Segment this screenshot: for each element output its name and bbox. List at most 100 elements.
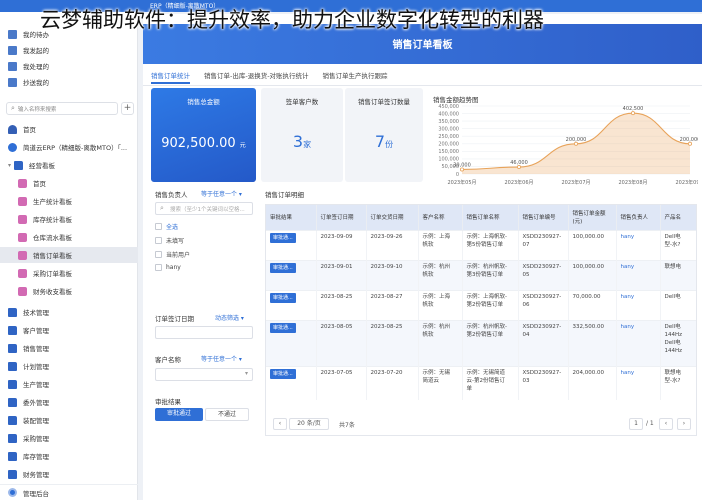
option-unfilled[interactable]: 未填写 [155, 236, 184, 245]
table-row[interactable]: 审批通... 2023-07-05 2023-07-20 示例：无锡 简道云 示… [266, 365, 696, 400]
add-button[interactable]: + [121, 102, 134, 115]
x-tick-label: 2023年05月 [447, 179, 476, 186]
table-row[interactable]: 审批通... 2023-09-01 2023-09-10 示例：杭州 帆软 示例… [266, 259, 696, 290]
nav-dashboard-home[interactable]: 首页 [0, 175, 138, 191]
kpi-customers: 签单客户数 3家 [261, 88, 343, 182]
prev-page-button[interactable]: ‹ [273, 418, 287, 430]
column-header[interactable]: 审批结果 [266, 205, 317, 230]
nav-production[interactable]: 生产统计看板 [0, 193, 138, 209]
checkbox[interactable] [155, 223, 162, 230]
column-header[interactable]: 订单交货日期 [366, 205, 419, 230]
table-cell: 审批通... [266, 365, 317, 400]
nav-inventory[interactable]: 库存统计看板 [0, 211, 138, 227]
nav-dashboard-group[interactable]: ▾ 经营看板 [0, 157, 138, 173]
folder-icon [8, 433, 17, 443]
nav-sales[interactable]: 销售管理 [0, 340, 138, 356]
sidebar-item-started[interactable]: 我发起的 [0, 42, 138, 58]
nav-purchase[interactable]: 采购订单看板 [0, 265, 138, 281]
folder-icon [8, 307, 17, 317]
status-badge[interactable]: 审批通... [270, 368, 296, 379]
status-badge[interactable]: 审批通... [270, 232, 296, 243]
column-header[interactable]: 销售订单名称 [462, 205, 519, 230]
nav-label: 采购订单看板 [33, 270, 72, 278]
sidebar-item-label: 我处理的 [23, 63, 49, 71]
kpi-orders: 销售订单签订数量 7份 [345, 88, 423, 182]
next-page-icon[interactable]: › [677, 418, 691, 430]
todo-icon [8, 29, 17, 39]
nav-label: 首页 [33, 180, 46, 188]
page-size-select[interactable]: 20 条/页 [289, 418, 329, 430]
status-badge[interactable]: 审批通... [270, 322, 296, 333]
nav-assembly[interactable]: 装配管理 [0, 412, 138, 428]
nav-app[interactable]: 简道云ERP（精细版-离散MTO）「... [0, 139, 138, 155]
nav-warehouse[interactable]: 仓库流水看板 [0, 229, 138, 245]
folder-icon [8, 361, 17, 371]
tab-bar: 销售订单统计 销售订单-出库-退换货-对账执行统计 销售订单生产执行跟踪 [151, 68, 388, 84]
kpi-unit: 家 [303, 140, 312, 149]
column-header[interactable]: 客户名称 [418, 205, 463, 230]
salesperson-filter-mode[interactable]: 等于任意一个 ▾ [201, 189, 242, 198]
kpi-label: 销售总金额 [187, 98, 220, 106]
page-input[interactable]: 1 [629, 418, 643, 430]
total-count: 共7条 [339, 422, 355, 429]
nav-finance[interactable]: 财务管理 [0, 466, 138, 482]
option-hany[interactable]: hany [155, 264, 181, 271]
salesperson-search-input[interactable]: ⌕ 搜索（至少1个关键词以空格... [155, 202, 253, 215]
sidebar-item-handled[interactable]: 我处理的 [0, 58, 138, 74]
nav-label: 仓库流水看板 [33, 234, 72, 242]
status-badge[interactable]: 审批通... [270, 292, 296, 303]
checkbox[interactable] [155, 251, 162, 258]
table-cell: 示例：杭州 帆软 [418, 319, 463, 366]
tab-execution-stats[interactable]: 销售订单-出库-退换货-对账执行统计 [204, 68, 309, 84]
sidebar-search-input[interactable]: ⌕ 输入名称来搜索 [6, 102, 118, 115]
reject-filter-button[interactable]: 不通过 [205, 408, 249, 421]
nav-label: 技术管理 [23, 309, 49, 317]
column-header[interactable]: 产品名 [660, 205, 696, 230]
table-row[interactable]: 审批通... 2023-08-25 2023-08-27 示例：上海 帆软 示例… [266, 289, 696, 320]
table-cell: hany [616, 229, 661, 260]
nav-plan[interactable]: 计划管理 [0, 358, 138, 374]
table-cell: 示例：无锡 简道云 [418, 365, 463, 400]
nav-tech[interactable]: 技术管理 [0, 304, 138, 320]
checkbox[interactable] [155, 264, 162, 271]
page-total: / 1 [646, 420, 654, 427]
customer-filter-input[interactable]: ▾ [155, 368, 253, 381]
option-current-user[interactable]: 当前用户 [155, 250, 190, 259]
table-row[interactable]: 审批通... 2023-08-05 2023-08-25 示例：杭州 帆软 示例… [266, 319, 696, 366]
nav-finance-board[interactable]: 财务收支看板 [0, 283, 138, 299]
nav-label: 管理后台 [23, 489, 49, 498]
table-cell: 示例：上海 帆软 [418, 229, 463, 260]
nav-outsourcing[interactable]: 委外管理 [0, 394, 138, 410]
table-cell: 100,000.00 [568, 229, 617, 260]
column-header[interactable]: 订单签订日期 [316, 205, 367, 230]
table-cell: 2023-08-05 [316, 319, 367, 366]
nav-production-mgmt[interactable]: 生产管理 [0, 376, 138, 392]
customer-filter-mode[interactable]: 等于任意一个 ▾ [201, 354, 242, 363]
nav-stock[interactable]: 库存管理 [0, 448, 138, 464]
sidebar-item-cc[interactable]: 抄送我的 [0, 74, 138, 90]
cc-icon [8, 77, 17, 87]
page-title: 销售订单看板 [392, 40, 453, 51]
tab-sales-stats[interactable]: 销售订单统计 [151, 68, 190, 84]
date-filter-input[interactable] [155, 326, 253, 339]
prev-page-icon[interactable]: ‹ [659, 418, 673, 430]
nav-procurement[interactable]: 采购管理 [0, 430, 138, 446]
column-header[interactable]: 销售订单编号 [518, 205, 569, 230]
tab-production-tracking[interactable]: 销售订单生产执行跟踪 [323, 68, 388, 84]
column-header[interactable]: 销售负责人 [616, 205, 661, 230]
admin-console-link[interactable]: 管理后台 [0, 484, 138, 500]
nav-customer[interactable]: 客户管理 [0, 322, 138, 338]
option-select-all[interactable]: 全选 [155, 222, 178, 231]
status-badge[interactable]: 审批通... [270, 262, 296, 273]
nav-home[interactable]: 首页 [0, 121, 138, 137]
date-filter-mode[interactable]: 动态筛选 ▾ [215, 313, 244, 322]
checkbox[interactable] [155, 237, 162, 244]
table-cell: 示例：上海 帆软 [418, 289, 463, 320]
check-icon [8, 61, 17, 71]
table-cell: 2023-07-20 [366, 365, 419, 400]
column-header[interactable]: 销售订单金额(元) [568, 205, 617, 230]
nav-label: 采购管理 [23, 435, 49, 443]
nav-sales-orders[interactable]: 销售订单看板 [0, 247, 138, 263]
table-row[interactable]: 审批通... 2023-09-09 2023-09-26 示例：上海 帆软 示例… [266, 229, 696, 260]
approve-filter-button[interactable]: 审批通过 [155, 408, 203, 421]
